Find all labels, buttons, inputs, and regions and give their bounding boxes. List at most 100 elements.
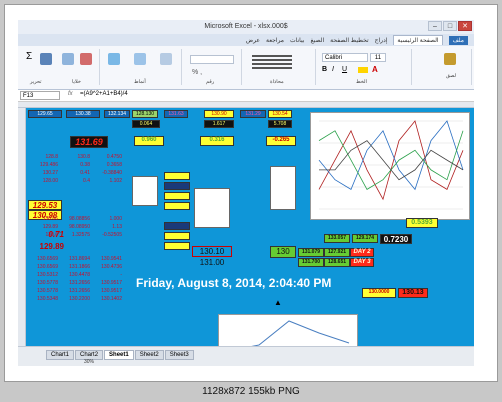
sheet-tab-chart1[interactable]: Chart1 (46, 350, 75, 360)
align-icon[interactable] (252, 55, 292, 57)
underline-icon[interactable]: U (342, 66, 347, 73)
cell-row1-f[interactable]: 130.90 (204, 110, 234, 118)
mid-value-2[interactable]: 131.00 (192, 258, 232, 267)
right-cell-1[interactable]: 133.057 (324, 234, 350, 243)
cell-row2-b[interactable]: 1.617 (204, 120, 234, 128)
italic-icon[interactable]: I (332, 66, 334, 73)
cell-row2-a[interactable]: 0.064 (132, 120, 160, 128)
small-cell[interactable]: 0.4 (60, 178, 90, 184)
small-cell[interactable]: 130.2200 (60, 296, 90, 302)
fill-color-icon[interactable] (358, 67, 368, 73)
find-icon[interactable] (40, 53, 52, 65)
small-cell[interactable]: 130.5348 (28, 296, 58, 302)
small-cell[interactable]: 130.8 (60, 154, 90, 160)
small-cell[interactable]: 130.9517 (92, 280, 122, 286)
minimize-button[interactable]: – (428, 21, 442, 31)
bold-icon[interactable]: B (322, 66, 327, 73)
yellow-column-cell[interactable] (164, 242, 190, 250)
small-cell[interactable]: 131.2656 (60, 280, 90, 286)
delete-cells-icon[interactable] (80, 53, 92, 65)
close-button[interactable]: ✕ (458, 21, 472, 31)
small-cell[interactable]: 130.6569 (28, 256, 58, 262)
sheet-tab-sheet1[interactable]: Sheet1 (104, 350, 134, 360)
yellow-value-1[interactable]: 0.960 (134, 136, 164, 146)
small-cell[interactable]: 130.5312 (28, 272, 58, 278)
small-cell[interactable]: 0.3658 (92, 162, 122, 168)
small-cell[interactable]: 1.32575 (60, 232, 90, 238)
yellow-value-2[interactable]: 0.316 (200, 136, 234, 146)
small-cell[interactable]: 131.8694 (60, 256, 90, 262)
line-chart-main[interactable] (310, 112, 470, 220)
small-cell[interactable]: -0.52505 (92, 232, 122, 238)
green-main[interactable]: 130 (270, 246, 296, 258)
mini-chart-1[interactable] (132, 176, 158, 206)
mid-value-1[interactable]: 130.10 (192, 246, 232, 257)
small-cell[interactable]: 130.27 (28, 170, 58, 176)
format-table-icon[interactable] (134, 53, 146, 65)
small-cell[interactable]: 128.8 (28, 154, 58, 160)
yellow-column-cell[interactable] (164, 232, 190, 240)
tab-file[interactable]: ملف (448, 35, 468, 45)
green-cell-1[interactable]: 131.079 (298, 248, 324, 257)
font-size-select[interactable]: 11 (370, 53, 386, 62)
right-cell-2[interactable]: 129.174 (352, 234, 378, 243)
tab-view[interactable]: عرض (246, 37, 260, 44)
green-cell-3[interactable]: 131.700 (298, 258, 324, 267)
conditional-format-icon[interactable] (108, 53, 120, 65)
small-cell[interactable]: 128.00 (28, 178, 58, 184)
formula-input[interactable]: =(A9^2+A1+B4)/4 (80, 91, 128, 97)
tab-review[interactable]: مراجعة (266, 37, 284, 44)
small-cell[interactable]: 130.9517 (92, 288, 122, 294)
cell-row1-e[interactable]: 131.63 (164, 110, 188, 118)
autosum-icon[interactable]: Σ (26, 51, 32, 62)
red-box-2[interactable]: 130.13 (398, 288, 428, 298)
yellow-column-cell[interactable] (164, 202, 190, 210)
dark-column-cell[interactable] (164, 222, 190, 230)
worksheet[interactable]: 129.65 130.38 132.134 128.130 131.63 130… (18, 102, 474, 346)
red-value-2[interactable]: 129.89 (28, 242, 64, 251)
small-cell[interactable]: 1.000 (92, 216, 122, 222)
zoom-level[interactable]: 30% (84, 359, 94, 365)
small-cell[interactable]: 129.486 (28, 162, 58, 168)
yellow-value-3[interactable]: -0.265 (266, 136, 296, 146)
tab-home[interactable]: الصفحة الرئيسية (393, 35, 443, 45)
red-box-1[interactable]: 130.0000 (362, 288, 396, 298)
name-box[interactable]: F13 (20, 91, 60, 100)
percent-icon[interactable]: % , (192, 69, 202, 76)
small-cell[interactable]: 130.4736 (92, 264, 122, 270)
yellow-column-cell[interactable] (164, 192, 190, 200)
big-red-value[interactable]: 131.69 (70, 136, 108, 148)
paste-icon[interactable] (444, 53, 456, 65)
left-yellow-1[interactable]: 129.53 (28, 200, 62, 210)
green-cell-4[interactable]: 128.651 (324, 258, 350, 267)
cell-row1-a[interactable]: 129.65 (28, 110, 62, 118)
bottom-chart[interactable] (218, 314, 358, 346)
cell-row1-d[interactable]: 128.130 (132, 110, 158, 118)
cell-row2-c[interactable]: 5.708 (268, 120, 292, 128)
cell-row1-h[interactable]: 130.54 (268, 110, 292, 118)
sheet-tab-sheet3[interactable]: Sheet3 (164, 350, 194, 360)
cell-row1-g[interactable]: 131.29 (240, 110, 266, 118)
small-cell[interactable]: 130.1402 (92, 296, 122, 302)
green-cell-2[interactable]: 127.921 (324, 248, 350, 257)
maximize-button[interactable]: □ (443, 21, 457, 31)
day-2-label[interactable]: DAY 2 (350, 248, 374, 257)
day-3-label[interactable]: DAY 3 (350, 258, 374, 267)
small-cell[interactable]: 130.6 (28, 232, 58, 238)
small-cell[interactable]: 0.4750 (92, 154, 122, 160)
small-cell[interactable]: 1.102 (92, 178, 122, 184)
small-cell[interactable]: 130.9541 (92, 256, 122, 262)
cell-row1-c[interactable]: 132.134 (104, 110, 130, 118)
tab-page-layout[interactable]: تخطيط الصفحة (330, 37, 368, 44)
small-cell[interactable]: 131.2656 (60, 288, 90, 294)
fx-icon[interactable]: fx (68, 91, 73, 97)
small-cell[interactable]: 130.5778 (28, 288, 58, 294)
tab-insert[interactable]: إدراج (375, 37, 388, 44)
small-cell[interactable]: 129.89 (28, 224, 58, 230)
right-green-value[interactable]: 0.5393 (406, 218, 438, 228)
right-cell-3[interactable]: 0.7230 (380, 234, 412, 244)
small-cell[interactable]: 0.38 (60, 162, 90, 168)
mini-chart-3[interactable] (270, 166, 296, 210)
small-cell[interactable]: -0.38840 (92, 170, 122, 176)
small-cell[interactable]: - (92, 272, 122, 278)
